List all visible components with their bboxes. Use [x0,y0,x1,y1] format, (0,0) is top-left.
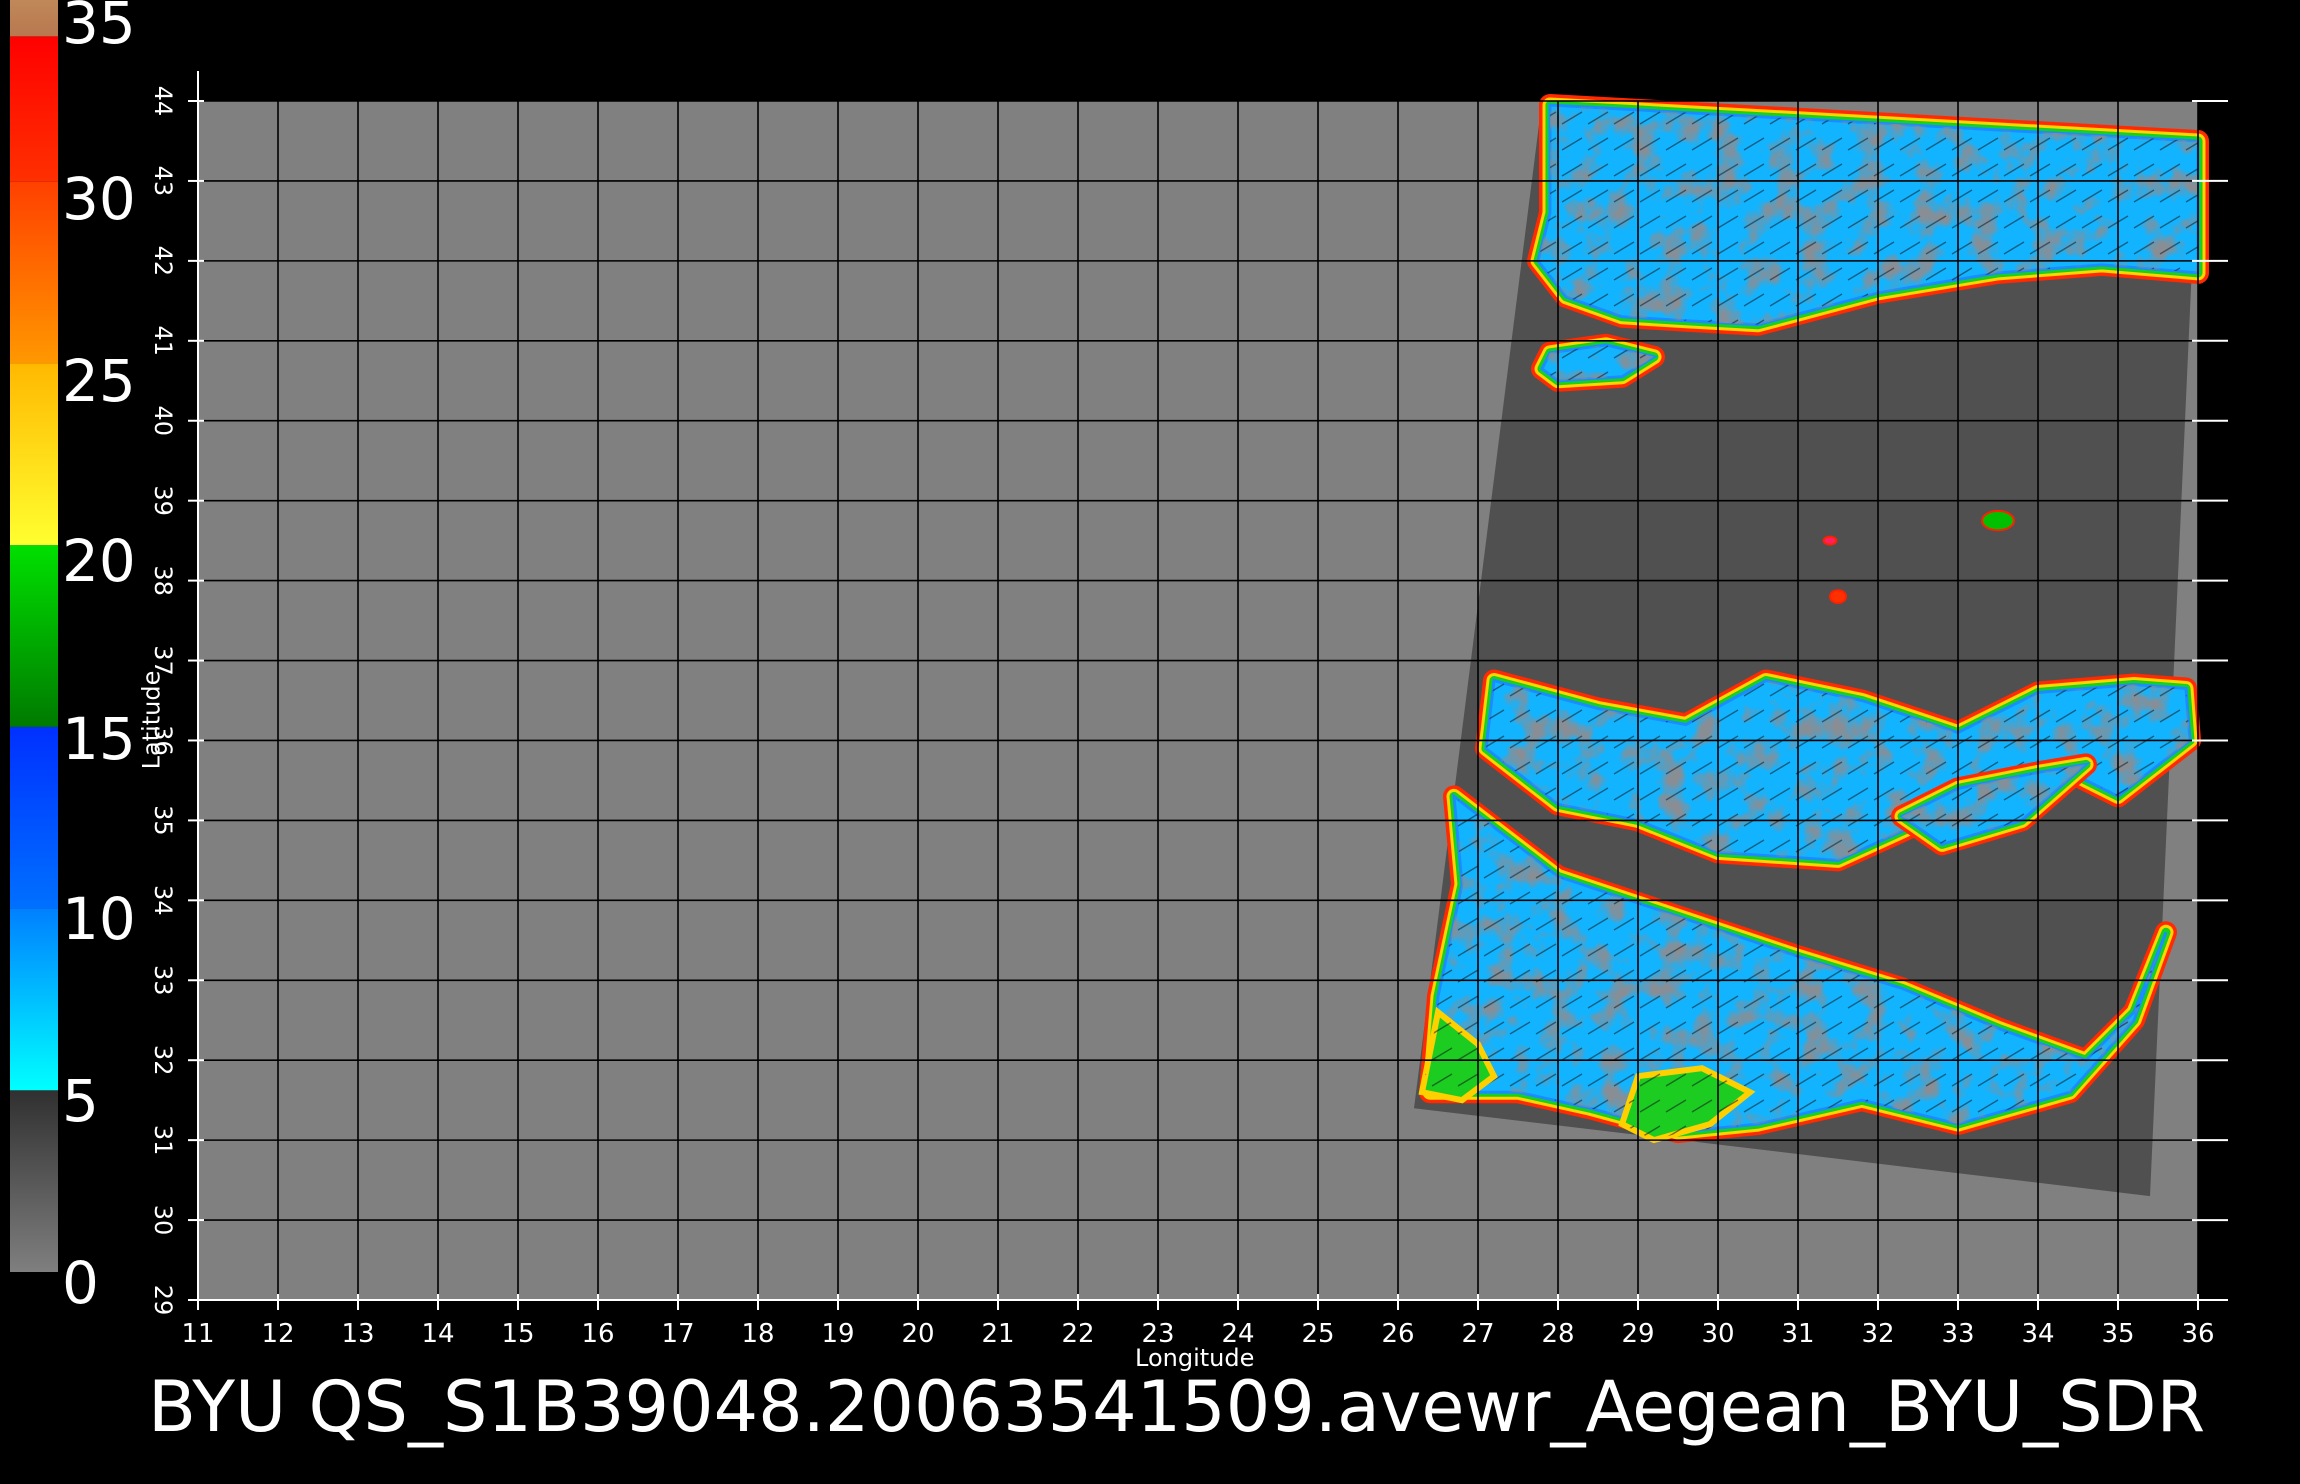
x-tick-label: 28 [1541,1319,1574,1349]
y-tick-label: 35 [149,805,177,836]
colorbar-segment [10,181,58,364]
x-tick-label: 30 [1701,1319,1734,1349]
colorbar-segment [10,726,58,909]
x-tick-label: 11 [181,1319,214,1349]
y-tick-label: 41 [149,326,177,357]
y-tick-label: 44 [149,86,177,117]
colorbar-label-25: 25 [62,347,136,415]
map-area [198,94,2209,1300]
x-tick-label: 31 [1781,1319,1814,1349]
x-tick-label: 34 [2021,1319,2054,1349]
y-tick-label: 39 [149,485,177,516]
colorbar-segment [10,908,58,1091]
small-speck-2 [1829,589,1847,604]
y-tick-label: 30 [149,1205,177,1236]
y-tick-label: 38 [149,565,177,596]
colorbar-segment [10,545,58,727]
x-tick-label: 20 [901,1319,934,1349]
x-tick-label: 22 [1061,1319,1094,1349]
colorbar-label-10: 10 [62,885,136,953]
x-tick-label: 14 [421,1319,454,1349]
colorbar-segment [10,36,58,182]
x-tick-label: 25 [1301,1319,1334,1349]
colorbar-segment [10,363,58,546]
colorbar-label-20: 20 [62,527,136,595]
x-tick-label: 21 [981,1319,1014,1349]
colorbar-label-30: 30 [62,165,136,233]
y-tick-label: 33 [149,965,177,996]
colorbar-label-5: 5 [62,1067,99,1135]
x-tick-label: 18 [741,1319,774,1349]
y-tick-label: 32 [149,1045,177,1076]
map-figure: 11 12 13 14 15 16 17 18 19 20 21 22 23 24 25 26 27 28 29 30… [0,0,2300,1480]
x-tick-label: 13 [341,1319,374,1349]
y-tick-label: 40 [149,405,177,436]
x-tick-label: 33 [1941,1319,1974,1349]
colorbar-segment [10,0,58,37]
x-tick-label: 19 [821,1319,854,1349]
map-plot: 11 12 13 14 15 16 17 18 19 20 21 22 23 24 25 26 27 28 29 30… [10,0,2228,1349]
y-tick-label: 29 [149,1285,177,1316]
colorbar-label-0: 0 [62,1249,99,1317]
y-tick-label: 31 [149,1125,177,1156]
colorbar-segment [10,1090,58,1272]
colorbar-label-15: 15 [62,705,136,773]
y-tick-label: 43 [149,166,177,197]
x-tick-label: 17 [661,1319,694,1349]
x-tick-label: 15 [501,1319,534,1349]
colorbar [10,0,58,1272]
y-tick-label: 42 [149,246,177,277]
colorbar-label-35: 35 [62,0,136,57]
x-tick-label: 26 [1381,1319,1414,1349]
image-title: BYU QS_S1B39048.20063541509.avewr_Aegean… [148,1366,2206,1448]
x-tick-label: 12 [261,1319,294,1349]
x-tick-label: 36 [2181,1319,2214,1349]
small-island-east [1981,510,2015,532]
x-tick-label: 27 [1461,1319,1494,1349]
small-speck-1 [1822,535,1838,546]
x-tick-label: 29 [1621,1319,1654,1349]
y-axis-label: Latitude [137,670,166,770]
x-tick-label: 32 [1861,1319,1894,1349]
y-tick-label: 34 [149,885,177,916]
x-tick-label: 16 [581,1319,614,1349]
x-tick-label: 35 [2101,1319,2134,1349]
